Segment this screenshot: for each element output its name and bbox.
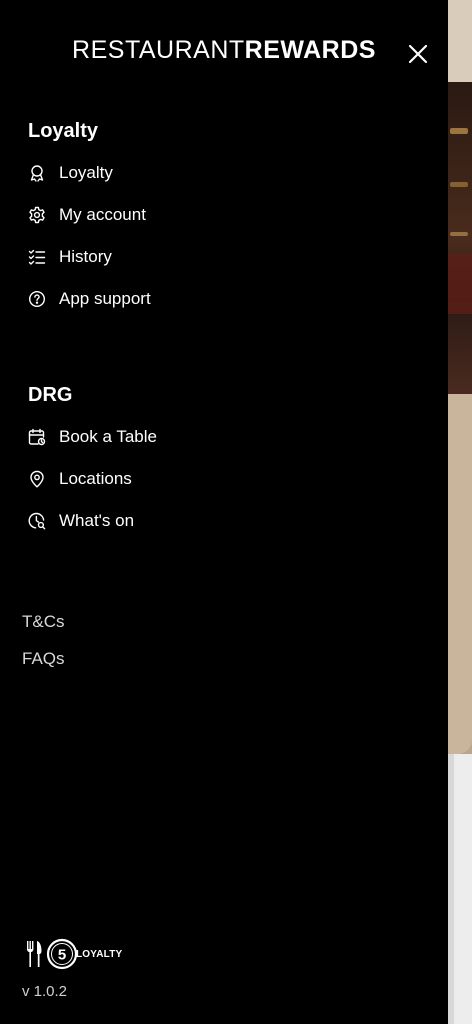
menu-item-my-account[interactable]: My account [28,200,146,230]
navigation-drawer: RESTAURANTREWARDS Loyalty Loyalty My acc… [0,0,448,1024]
menu-item-label: Loyalty [59,163,113,182]
menu-item-whats-on[interactable]: What's on [28,506,134,536]
faqs-link[interactable]: FAQs [22,649,65,669]
menu-item-label: Locations [59,469,132,488]
section-title-drg: DRG [28,384,73,406]
menu-item-label: App support [59,289,151,308]
help-circle-icon [28,290,46,308]
clock-search-icon [28,512,46,530]
background-lower-panel [448,754,472,1024]
brand-bold-text: REWARDS [244,36,376,64]
logo-number: 5 [58,947,66,964]
terms-link[interactable]: T&Cs [22,612,65,632]
brand-logo: RESTAURANTREWARDS [0,36,448,65]
cutlery-icon [27,941,42,967]
section-title-loyalty: Loyalty [28,120,99,142]
menu-item-label: Book a Table [59,427,157,446]
brand-light-text: RESTAURANT [72,36,245,64]
menu-item-locations[interactable]: Locations [28,464,132,494]
menu-item-label: My account [59,205,146,224]
menu-item-label: History [59,247,112,266]
checklist-icon [28,248,46,266]
award-icon [28,164,46,182]
version-label: v 1.0.2 [22,983,68,1000]
app-screen: RESTAURANTREWARDS Loyalty Loyalty My acc… [0,0,472,1024]
background-header [448,0,472,82]
close-button[interactable] [404,40,432,68]
gear-icon [28,206,46,224]
menu-item-book-a-table[interactable]: Book a Table [28,422,157,452]
close-icon [408,44,428,64]
calendar-icon [28,428,46,446]
menu-item-history[interactable]: History [28,242,112,272]
five-badge-icon: 5 [46,938,78,970]
menu-item-app-support[interactable]: App support [28,284,151,314]
background-content[interactable] [448,0,472,1024]
background-restaurant-photo [448,82,472,394]
location-pin-icon [28,470,46,488]
background-card [448,394,472,754]
five-loyalty-logo: 5 LOYALTY [26,938,122,970]
menu-item-loyalty[interactable]: Loyalty [28,158,113,188]
logo-text: LOYALTY [76,948,123,960]
menu-item-label: What's on [59,511,135,530]
